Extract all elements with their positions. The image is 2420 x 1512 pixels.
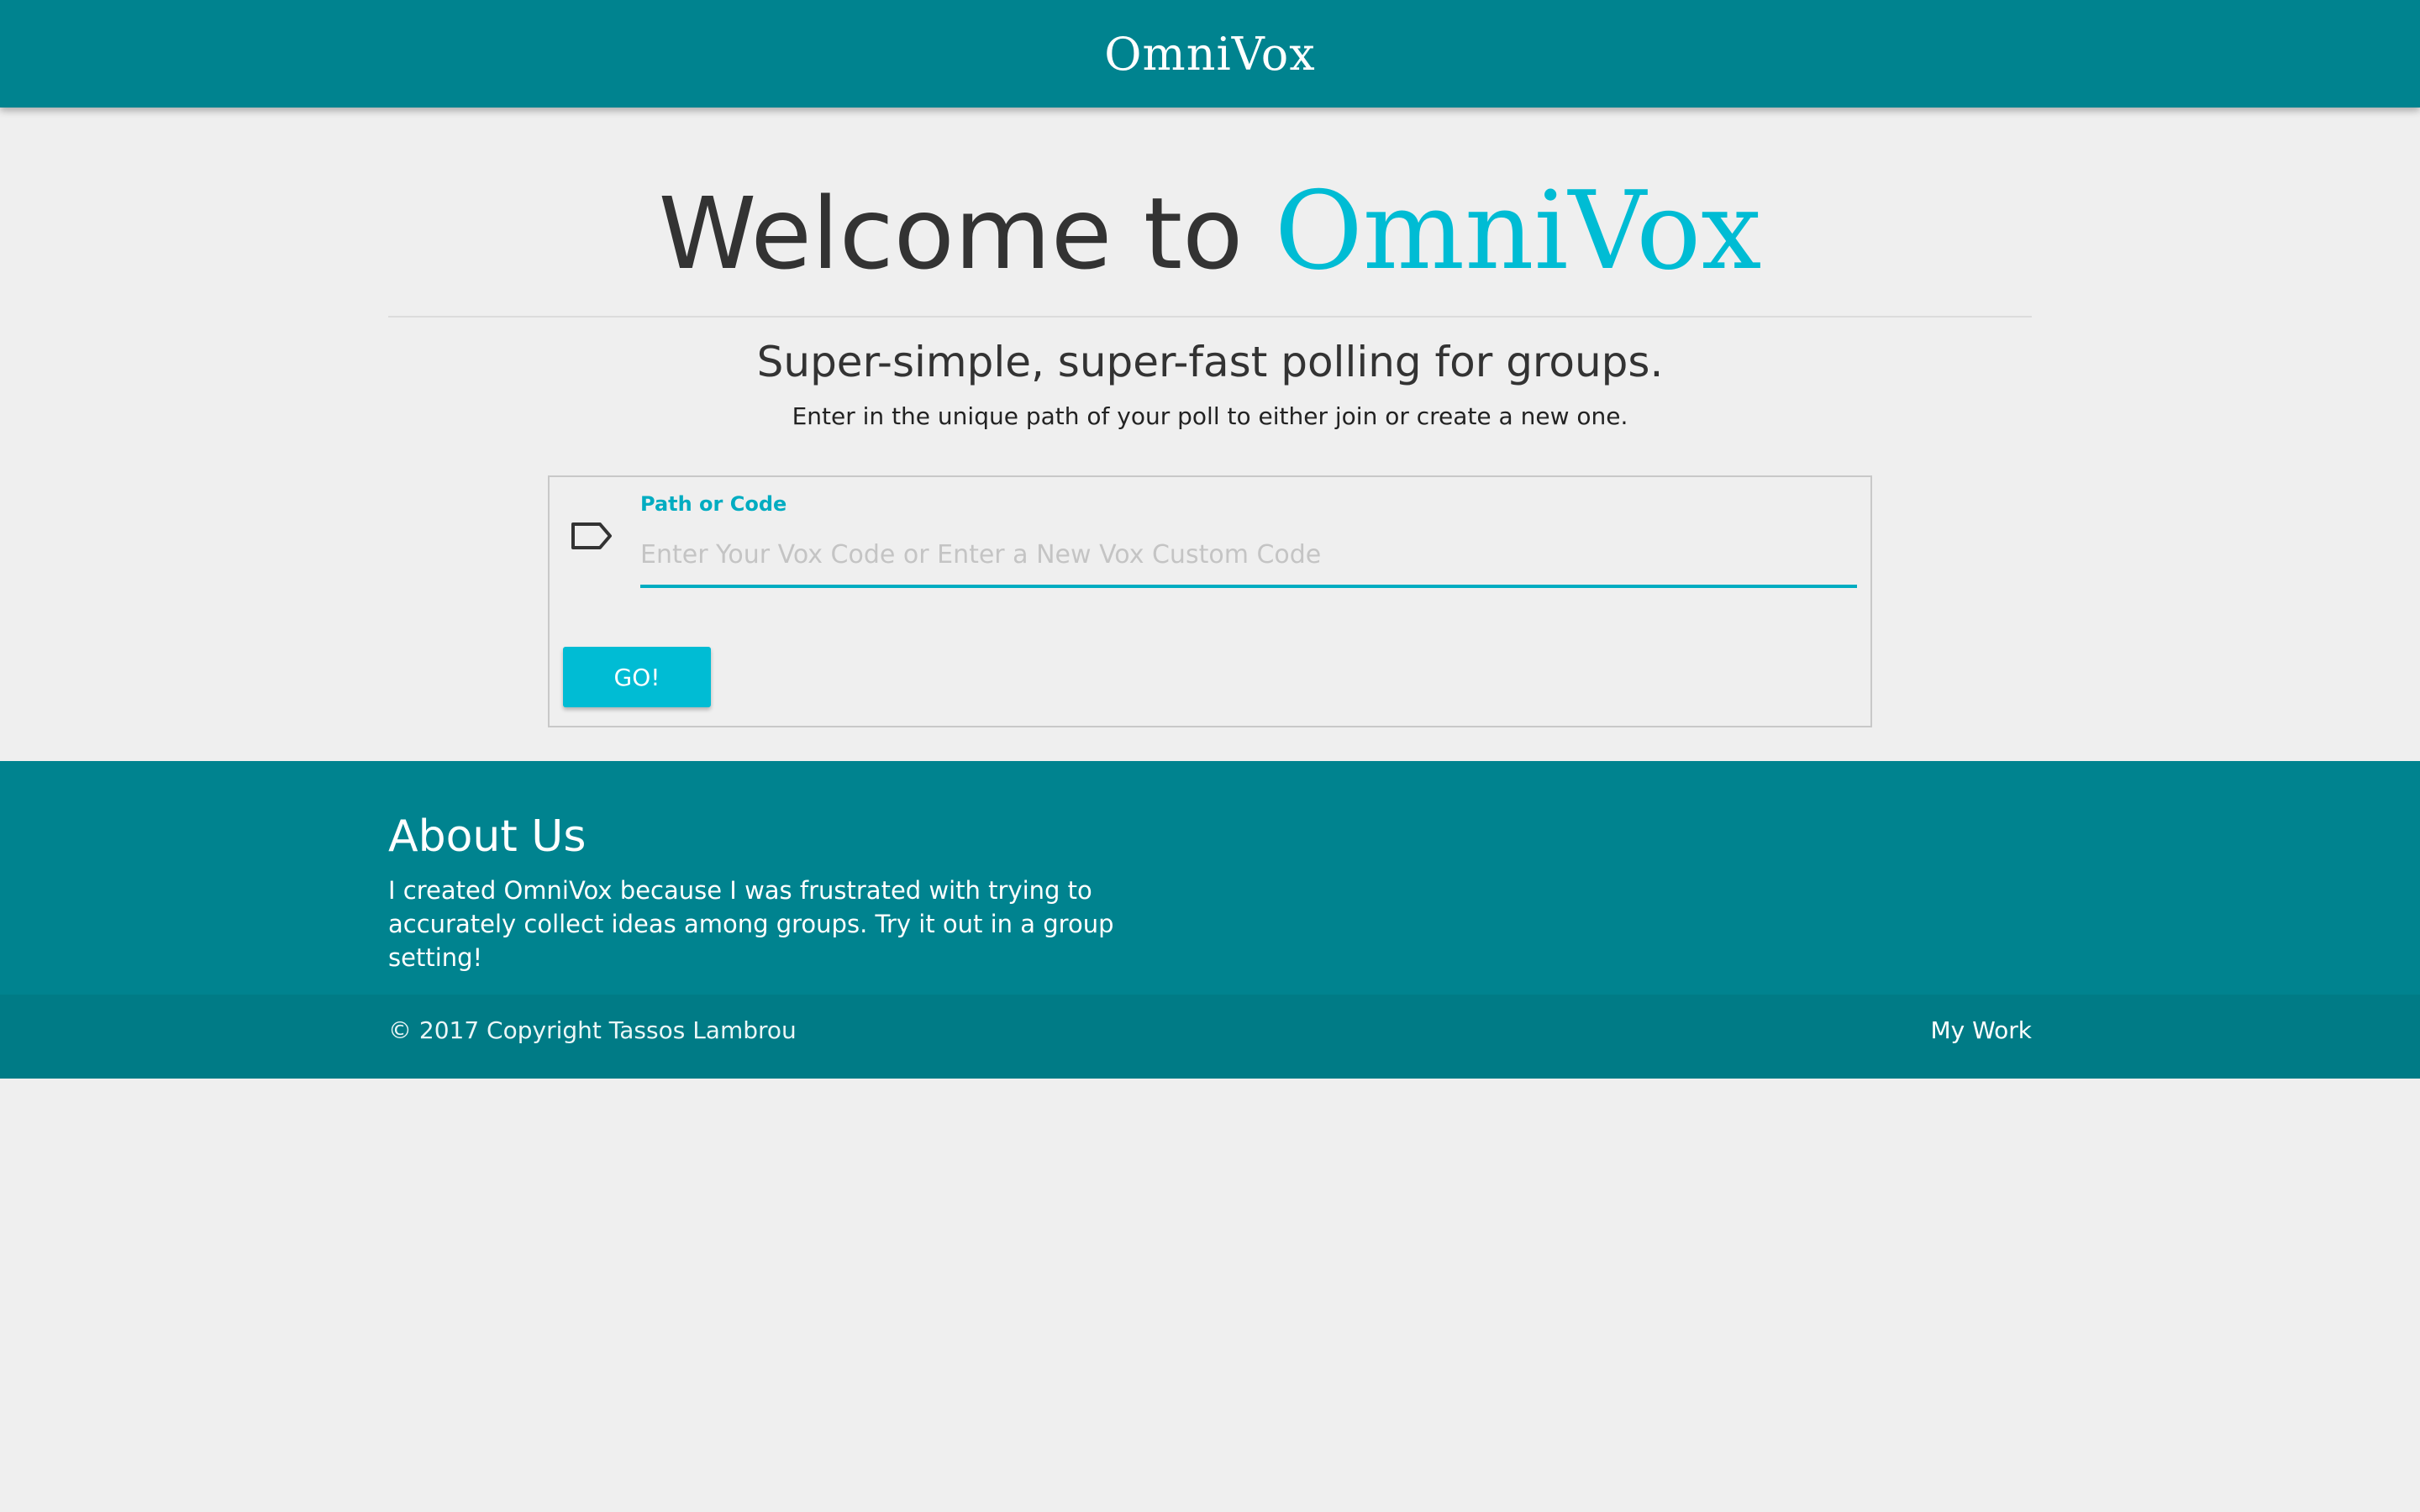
copyright-bar [0, 995, 2420, 1079]
instructions-text: Enter in the unique path of your poll to… [792, 402, 1628, 430]
top-navbar: OmniVox [0, 0, 2420, 108]
my-work-link[interactable]: My Work [1930, 1016, 2032, 1044]
title-divider [388, 316, 2032, 318]
tagline: Super-simple, super-fast polling for gro… [756, 338, 1664, 386]
welcome-prefix: Welcome to [658, 176, 1244, 291]
about-us-text: I created OmniVox because I was frustrat… [388, 876, 1114, 972]
welcome-brand: OmniVox [1274, 169, 1762, 294]
vox-code-input[interactable] [640, 524, 1857, 588]
page-title: Welcome to OmniVox [0, 165, 2420, 301]
copyright-text: © 2017 Copyright Tassos Lambrou [388, 1016, 797, 1044]
path-or-code-label: Path or Code [640, 492, 787, 516]
go-button[interactable]: GO! [563, 647, 711, 707]
tag-icon [570, 519, 613, 553]
about-us-heading: About Us [388, 811, 587, 862]
brand-logo[interactable]: OmniVox [1104, 28, 1316, 81]
page-footer: About Us I created OmniVox because I was… [0, 761, 2420, 1079]
vox-code-form: Path or Code GO! [548, 475, 1872, 727]
